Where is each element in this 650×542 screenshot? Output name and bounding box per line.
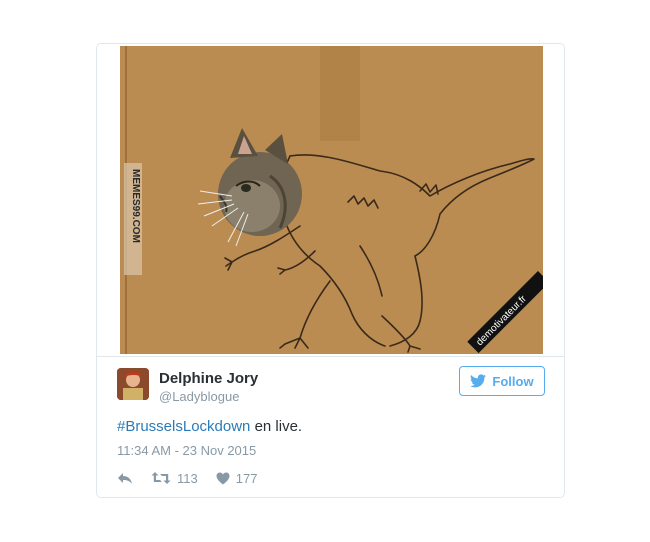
retweet-button[interactable]: 113 — [151, 471, 198, 486]
reply-icon — [118, 473, 132, 484]
follow-label: Follow — [492, 373, 534, 389]
reply-button[interactable] — [117, 471, 133, 485]
avatar[interactable] — [117, 368, 149, 400]
tweet-photo[interactable]: MEMES99.COM demotivateur.fr — [120, 46, 543, 354]
like-button[interactable]: 177 — [216, 470, 258, 486]
user-handle[interactable]: @Ladyblogue — [159, 389, 239, 404]
like-count: 177 — [235, 470, 258, 486]
tweet-text: #BrusselsLockdown en live. — [117, 418, 302, 435]
twitter-bird-icon — [470, 374, 487, 388]
heart-icon — [216, 472, 230, 484]
retweet-count: 113 — [177, 470, 198, 486]
tweet-card: MEMES99.COM demotivateur.fr Delphine Jor… — [96, 43, 565, 498]
cardboard-cat-dinosaur-image: MEMES99.COM demotivateur.fr — [120, 46, 543, 354]
avatar-image — [117, 368, 149, 400]
watermark-memes99: MEMES99.COM — [130, 169, 141, 243]
follow-button[interactable]: Follow — [459, 366, 545, 396]
user-name[interactable]: Delphine Jory — [159, 370, 258, 387]
card-divider — [97, 356, 564, 357]
tweet-timestamp[interactable]: 11:34 AM - 23 Nov 2015 — [117, 443, 256, 458]
tweet-body: en live. — [250, 418, 303, 435]
tweet-actions: 113 177 — [117, 469, 257, 487]
hashtag-link[interactable]: #BrusselsLockdown — [117, 418, 250, 435]
retweet-icon — [151, 472, 171, 484]
